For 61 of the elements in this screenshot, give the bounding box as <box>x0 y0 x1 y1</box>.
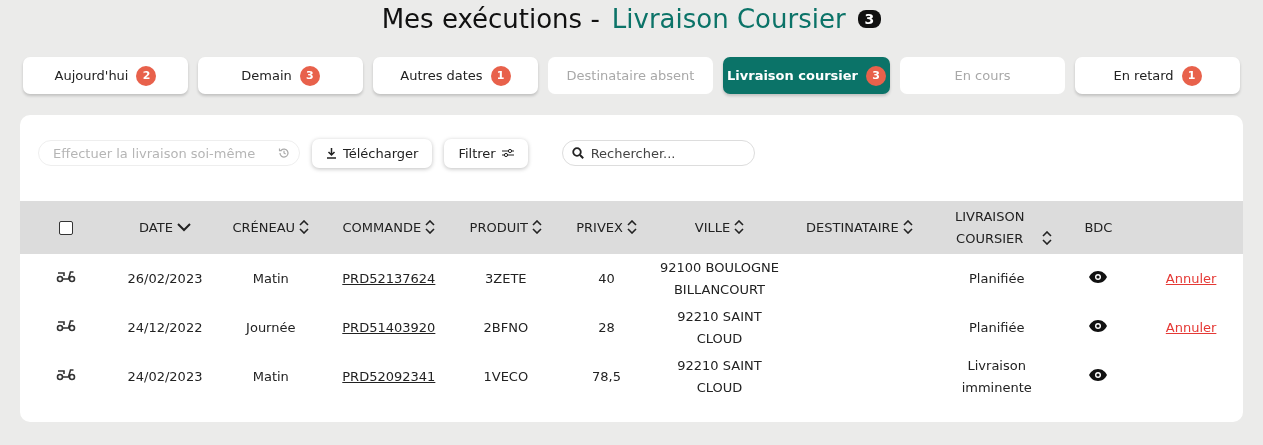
sort-icon[interactable] <box>1041 230 1052 245</box>
chevron-down-icon[interactable] <box>176 222 191 232</box>
filter-tab[interactable]: Autres dates 1 <box>373 57 538 94</box>
sort-icon[interactable] <box>299 219 310 234</box>
search-field[interactable]: Rechercher... <box>561 140 755 166</box>
eye-icon[interactable] <box>1089 319 1108 332</box>
product-cell: 2BFNO <box>483 319 529 335</box>
sliders-icon <box>501 148 514 158</box>
slot-cell: Journée <box>246 319 296 335</box>
column-header[interactable]: VILLE <box>694 216 731 239</box>
scooter-icon <box>55 268 76 283</box>
eye-icon[interactable] <box>1089 270 1108 283</box>
count-badge: 3 <box>299 65 320 86</box>
page-title: Mes exécutions - <box>381 4 600 34</box>
status-cell: Planifiée <box>968 270 1025 286</box>
sort-icon[interactable] <box>734 219 745 234</box>
cancel-link[interactable]: Annuler <box>1165 270 1217 286</box>
privex-cell: 28 <box>598 319 615 335</box>
count-badge: 3 <box>857 10 882 28</box>
column-header[interactable]: DATE <box>139 216 173 239</box>
eye-icon[interactable] <box>1089 368 1108 381</box>
date-cell: 26/02/2023 <box>127 270 203 286</box>
date-cell: 24/12/2022 <box>127 319 203 335</box>
sort-icon[interactable] <box>626 219 637 234</box>
filter-tab[interactable]: Aujourd'hui 2 <box>23 57 188 94</box>
filter-tab[interactable]: Livraison coursier 3 <box>723 57 891 94</box>
sort-icon[interactable] <box>425 219 436 234</box>
column-header: BDC <box>1084 218 1113 237</box>
city-cell: 92100 BOULOGNE BILLANCOURT <box>660 259 779 297</box>
count-badge: 1 <box>490 65 511 86</box>
slot-cell: Matin <box>252 270 289 286</box>
city-cell: 92210 SAINT CLOUD <box>677 357 762 395</box>
cancel-link[interactable]: Annuler <box>1165 319 1217 335</box>
order-link[interactable]: PRD52092341 <box>342 368 436 384</box>
filter-tab[interactable]: En retard 1 <box>1075 57 1241 94</box>
order-link[interactable]: PRD51403920 <box>342 319 436 335</box>
product-cell: 1VECO <box>483 368 529 384</box>
slot-cell: Matin <box>252 368 289 384</box>
scooter-icon <box>55 366 76 381</box>
download-icon <box>326 147 337 159</box>
page-title-highlight: Livraison Coursier <box>611 4 846 34</box>
privex-cell: 78,5 <box>592 368 621 384</box>
search-icon <box>571 147 584 159</box>
sort-icon[interactable] <box>902 219 913 234</box>
select-all-checkbox[interactable] <box>58 221 73 236</box>
filter-button[interactable]: Filtrer <box>444 138 528 168</box>
scooter-icon <box>55 317 76 332</box>
count-badge: 1 <box>1181 65 1202 86</box>
privex-cell: 40 <box>598 270 615 286</box>
filter-tab[interactable]: Demain 3 <box>198 57 363 94</box>
date-cell: 24/02/2023 <box>127 368 203 384</box>
status-cell: Planifiée <box>968 319 1025 335</box>
order-link[interactable]: PRD52137624 <box>342 270 436 286</box>
sort-icon[interactable] <box>532 219 542 234</box>
city-cell: 92210 SAINT CLOUD <box>677 308 762 346</box>
download-button[interactable]: Télécharger <box>312 138 433 168</box>
status-cell: Livraison imminente <box>961 357 1032 395</box>
count-badge: 2 <box>136 65 157 86</box>
history-icon <box>278 147 290 159</box>
product-cell: 3ZETE <box>485 270 527 286</box>
count-badge: 3 <box>866 65 887 86</box>
